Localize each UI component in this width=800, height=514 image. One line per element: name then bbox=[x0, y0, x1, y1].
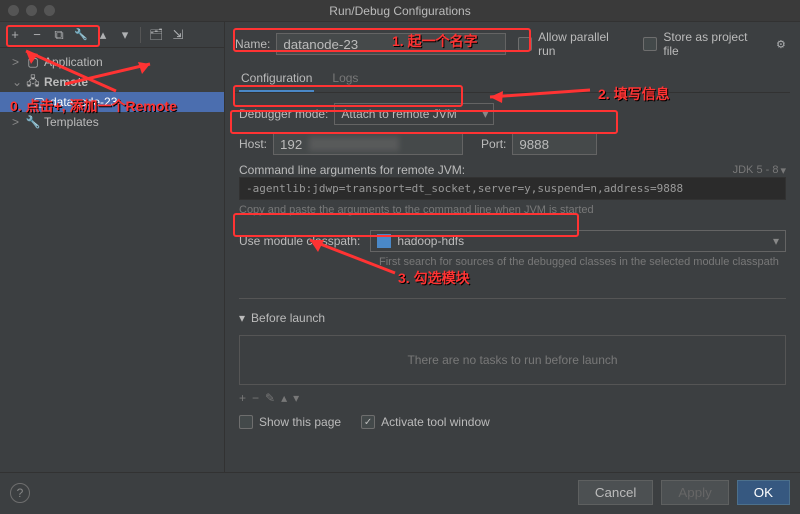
before-launch-header[interactable]: ▾ Before launch bbox=[239, 307, 786, 329]
debugger-mode-dropdown[interactable]: Attach to remote JVM bbox=[334, 103, 494, 125]
titlebar: Run/Debug Configurations bbox=[0, 0, 800, 22]
remove-icon[interactable]: − bbox=[28, 26, 46, 44]
blurred-ip bbox=[309, 137, 399, 151]
module-label: Use module classpath: bbox=[239, 234, 360, 248]
copy-icon[interactable]: ⧉ bbox=[50, 26, 68, 44]
gear-icon[interactable]: ⚙ bbox=[772, 35, 790, 53]
tasks-empty: There are no tasks to run before launch bbox=[239, 335, 786, 385]
tab-configuration[interactable]: Configuration bbox=[239, 66, 314, 92]
add-task-icon[interactable]: + bbox=[239, 391, 246, 405]
add-icon[interactable]: + bbox=[6, 26, 24, 44]
name-input[interactable] bbox=[276, 33, 506, 55]
activate-window-label: Activate tool window bbox=[381, 415, 490, 429]
port-label: Port: bbox=[481, 137, 506, 151]
cmdline-input[interactable]: -agentlib:jdwp=transport=dt_socket,serve… bbox=[239, 177, 786, 200]
tree-item-config[interactable]: ▢ datanode-23 bbox=[0, 92, 224, 112]
content-panel: Name: Allow parallel run Store as projec… bbox=[225, 22, 800, 472]
traffic-close[interactable] bbox=[8, 5, 19, 16]
down-task-icon[interactable]: ▾ bbox=[293, 391, 299, 405]
chevron-down-icon: ▾ bbox=[780, 164, 786, 177]
module-icon bbox=[377, 234, 391, 248]
ok-button[interactable]: OK bbox=[737, 480, 790, 505]
tabs: Configuration Logs bbox=[235, 66, 790, 93]
footer: ? Cancel Apply OK bbox=[0, 472, 800, 512]
tree-label: Remote bbox=[44, 75, 224, 89]
application-icon: ▢ bbox=[26, 55, 40, 69]
tree-label: datanode-23 bbox=[50, 95, 224, 109]
dropdown-value: Attach to remote JVM bbox=[341, 107, 456, 121]
remove-task-icon[interactable]: − bbox=[252, 391, 259, 405]
jdk-tag[interactable]: JDK 5 - 8 ▾ bbox=[733, 164, 786, 177]
task-toolbar: + − ✎ ▴ ▾ bbox=[239, 391, 786, 405]
folder-icon[interactable]: 🗂 bbox=[147, 26, 165, 44]
config-tree: > ▢ Application ⌄ 🖧 Remote ▢ datanode-23… bbox=[0, 48, 224, 472]
name-label: Name: bbox=[235, 37, 270, 51]
tree-item-application[interactable]: > ▢ Application bbox=[0, 52, 224, 72]
module-value: hadoop-hdfs bbox=[397, 234, 464, 248]
apply-button[interactable]: Apply bbox=[661, 480, 728, 505]
collapse-icon[interactable]: ⇲ bbox=[169, 26, 187, 44]
module-hint: First search for sources of the debugged… bbox=[379, 256, 786, 268]
sidebar-toolbar: + − ⧉ 🔧 ▴ ▾ 🗂 ⇲ bbox=[0, 22, 224, 48]
chevron-down-icon: ▾ bbox=[773, 234, 779, 248]
toggle-icon: > bbox=[12, 55, 22, 69]
traffic-minimize[interactable] bbox=[26, 5, 37, 16]
tree-label: Application bbox=[44, 55, 224, 69]
wrench-icon[interactable]: 🔧 bbox=[72, 26, 90, 44]
traffic-zoom[interactable] bbox=[44, 5, 55, 16]
toggle-icon: > bbox=[12, 115, 22, 129]
config-icon: ▢ bbox=[32, 95, 46, 109]
sidebar: + − ⧉ 🔧 ▴ ▾ 🗂 ⇲ > ▢ Application ⌄ 🖧 Remo… bbox=[0, 22, 225, 472]
show-page-checkbox[interactable] bbox=[239, 415, 253, 429]
separator bbox=[140, 27, 141, 43]
up-task-icon[interactable]: ▴ bbox=[281, 391, 287, 405]
toggle-icon: ⌄ bbox=[12, 75, 22, 89]
allow-parallel-label: Allow parallel run bbox=[538, 30, 629, 58]
allow-parallel-checkbox[interactable] bbox=[518, 37, 532, 51]
chevron-down-icon: ▾ bbox=[239, 311, 245, 325]
debugger-mode-label: Debugger mode: bbox=[239, 107, 328, 121]
window-title: Run/Debug Configurations bbox=[329, 4, 470, 18]
store-file-checkbox[interactable] bbox=[643, 37, 657, 51]
cmdline-hint: Copy and paste the arguments to the comm… bbox=[239, 204, 786, 216]
activate-window-checkbox[interactable] bbox=[361, 415, 375, 429]
store-file-label: Store as project file bbox=[663, 30, 766, 58]
module-classpath-dropdown[interactable]: hadoop-hdfs ▾ bbox=[370, 230, 786, 252]
wrench-icon: 🔧 bbox=[26, 115, 40, 129]
port-input[interactable] bbox=[512, 133, 597, 155]
cmdline-label: Command line arguments for remote JVM: bbox=[239, 163, 465, 177]
tree-item-templates[interactable]: > 🔧 Templates bbox=[0, 112, 224, 132]
tree-item-remote[interactable]: ⌄ 🖧 Remote bbox=[0, 72, 224, 92]
remote-icon: 🖧 bbox=[26, 75, 40, 89]
cancel-button[interactable]: Cancel bbox=[578, 480, 654, 505]
tree-label: Templates bbox=[44, 115, 224, 129]
down-icon[interactable]: ▾ bbox=[116, 26, 134, 44]
before-launch-section: ▾ Before launch There are no tasks to ru… bbox=[239, 298, 786, 429]
name-row: Name: Allow parallel run Store as projec… bbox=[235, 30, 790, 58]
help-icon[interactable]: ? bbox=[10, 483, 30, 503]
up-icon[interactable]: ▴ bbox=[94, 26, 112, 44]
show-page-label: Show this page bbox=[259, 415, 341, 429]
configuration-panel: Debugger mode: Attach to remote JVM Host… bbox=[235, 93, 790, 472]
tab-logs[interactable]: Logs bbox=[330, 66, 360, 92]
host-label: Host: bbox=[239, 137, 267, 151]
edit-task-icon[interactable]: ✎ bbox=[265, 391, 275, 405]
